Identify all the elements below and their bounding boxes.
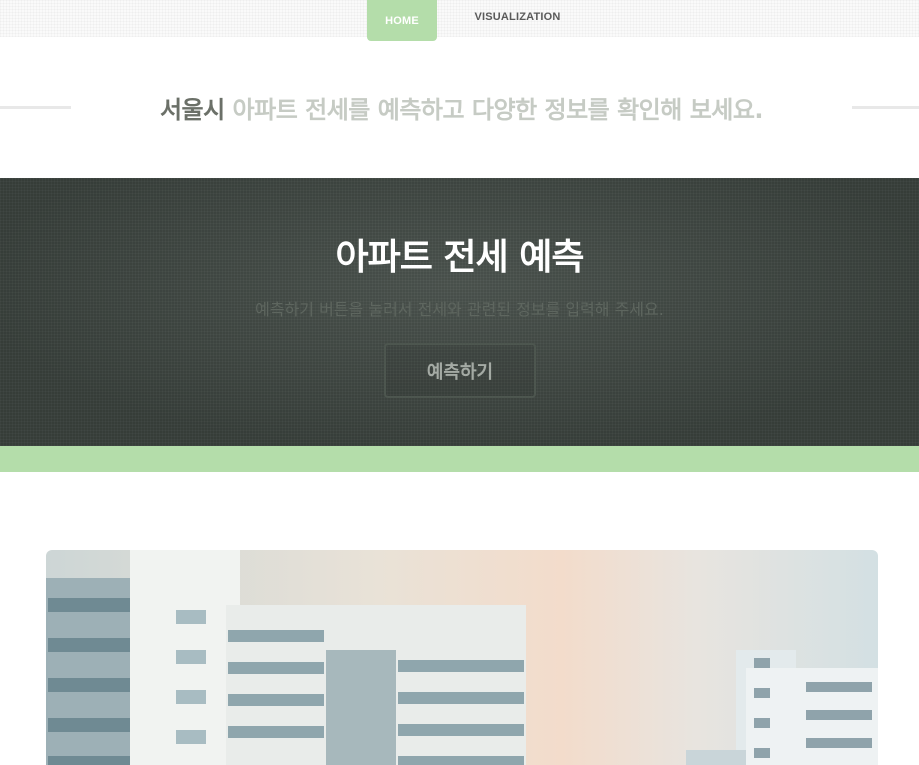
tagline-divider-right bbox=[852, 106, 919, 109]
tagline-divider-left bbox=[0, 106, 71, 109]
tagline-rest: 아파트 전세를 예측하고 다양한 정보를 확인해 보세요. bbox=[224, 96, 764, 124]
apartment-photo bbox=[46, 550, 878, 765]
tagline-text: 서울시 아파트 전세를 예측하고 다양한 정보를 확인해 보세요. bbox=[71, 90, 852, 125]
predict-button[interactable]: 예측하기 bbox=[384, 343, 536, 398]
hero-banner: 아파트 전세 예측 예측하기 버튼을 눌러서 전세와 관련된 정보를 입력해 주… bbox=[0, 178, 919, 446]
hero-subtitle: 예측하기 버튼을 눌러서 전세와 관련된 정보를 입력해 주세요. bbox=[255, 300, 664, 319]
accent-band bbox=[0, 446, 919, 472]
nav-visualization-tab[interactable]: VISUALIZATION bbox=[470, 0, 565, 33]
hero-title: 아파트 전세 예측 bbox=[335, 237, 585, 278]
apartment-buildings-image bbox=[46, 550, 878, 765]
nav-home-tab[interactable]: HOME bbox=[367, 0, 437, 41]
tagline-section: 서울시 아파트 전세를 예측하고 다양한 정보를 확인해 보세요. bbox=[0, 80, 919, 134]
tagline-emphasis: 서울시 bbox=[159, 96, 225, 124]
top-navigation: HOME VISUALIZATION bbox=[0, 0, 919, 41]
